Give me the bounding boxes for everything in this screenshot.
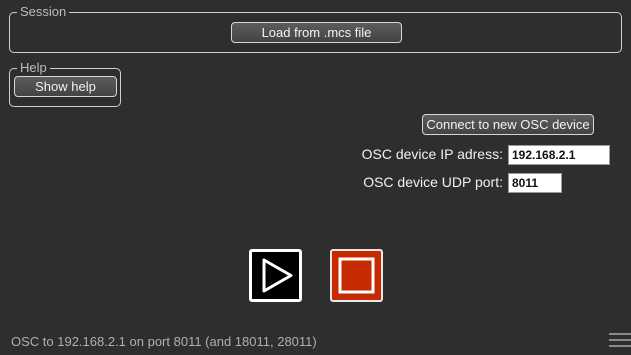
udp-port-field[interactable] bbox=[508, 173, 562, 193]
connect-osc-device-button[interactable]: Connect to new OSC device bbox=[422, 114, 594, 135]
udp-port-label: OSC device UDP port: bbox=[363, 174, 503, 190]
play-icon bbox=[262, 258, 293, 293]
session-legend: Session bbox=[17, 4, 70, 20]
hamburger-menu-icon[interactable] bbox=[605, 330, 631, 352]
ip-address-field[interactable] bbox=[508, 145, 610, 165]
menu-bar bbox=[609, 339, 631, 341]
session-group: Session Load from .mcs file bbox=[9, 4, 622, 53]
show-help-button[interactable]: Show help bbox=[14, 76, 117, 97]
menu-bar bbox=[609, 345, 631, 347]
ip-address-label: OSC device IP adress: bbox=[361, 146, 503, 162]
play-button[interactable] bbox=[249, 249, 302, 302]
help-legend: Help bbox=[17, 60, 50, 76]
stop-button[interactable] bbox=[330, 249, 383, 302]
status-text: OSC to 192.168.2.1 on port 8011 (and 180… bbox=[11, 334, 317, 349]
stop-icon bbox=[338, 257, 375, 294]
help-group: Help Show help bbox=[9, 60, 121, 107]
menu-bar bbox=[609, 333, 631, 335]
load-from-mcs-button[interactable]: Load from .mcs file bbox=[231, 22, 402, 43]
